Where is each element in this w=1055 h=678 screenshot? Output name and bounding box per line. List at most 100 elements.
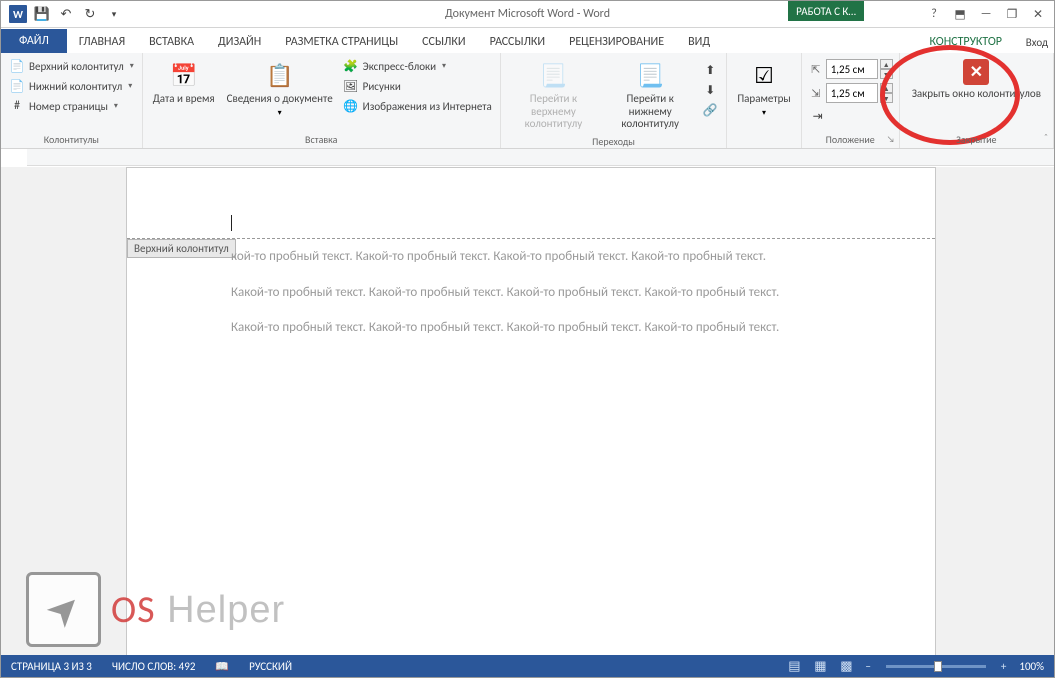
group-navigation: 📃 Перейти к верхнему колонтитулу 📃 Перей… (501, 53, 728, 148)
proofing-icon[interactable]: 📖 (205, 660, 239, 673)
document-info-icon: 📋 (264, 59, 296, 91)
ribbon-display-button[interactable]: ⬒ (948, 4, 972, 24)
watermark-cursor-box: ➤ (26, 572, 101, 647)
quick-parts-button[interactable]: 🧩 Экспресс-блоки ▾ (341, 57, 494, 75)
status-bar: СТРАНИЦА 3 ИЗ 3 ЧИСЛО СЛОВ: 492 📖 РУССКИ… (1, 655, 1054, 677)
tab-design[interactable]: ДИЗАЙН (206, 31, 273, 53)
options-icon: ☑ (748, 59, 780, 91)
footer-from-bottom-input[interactable] (826, 83, 878, 103)
zoom-level[interactable]: 100% (1015, 660, 1048, 673)
chevron-down-icon: ▾ (442, 61, 446, 71)
page-number-icon: # (9, 98, 25, 114)
undo-button[interactable]: ↶ (55, 3, 77, 25)
status-right: ▤ ▦ ▩ − + 100% (784, 657, 1048, 675)
goto-footer-label: Перейти к нижнему колонтитулу (608, 93, 692, 131)
paragraph: кой-то пробный текст. Какой-то пробный т… (231, 247, 841, 267)
header-tag: Верхний колонтитул (127, 239, 236, 258)
group-position: ⇱ ▲▼ ⇲ ▲▼ ⇥ Положение↘ (802, 53, 900, 148)
header-distance-icon: ⇱ (808, 61, 824, 77)
minimize-button[interactable]: — (974, 4, 998, 24)
watermark-helper: Helper (156, 589, 286, 631)
header-bottom-button[interactable]: 📄Нижний колонтитул▾ (7, 77, 136, 95)
read-mode-button[interactable]: ▤ (784, 657, 804, 675)
tab-insert[interactable]: ВСТАВКА (137, 31, 206, 53)
paragraph: Какой-то пробный текст. Какой-то пробный… (231, 318, 841, 338)
header-top-label: Верхний колонтитул (29, 60, 124, 73)
group-insert-label: Вставка (149, 131, 494, 146)
page-number-button[interactable]: #Номер страницы▾ (7, 97, 136, 115)
calendar-icon: 📅 (168, 59, 200, 91)
tab-file[interactable]: ФАЙЛ (1, 29, 67, 53)
options-label: Параметры (737, 93, 790, 106)
group-close-label: Закрытие (906, 131, 1047, 146)
tab-mailings[interactable]: РАССЫЛКИ (478, 31, 558, 53)
goto-header-button[interactable]: 📃 Перейти к верхнему колонтитулу (507, 57, 600, 133)
print-layout-button[interactable]: ▦ (810, 657, 830, 675)
close-header-footer-label: Закрыть окно колонтитулов (912, 87, 1041, 100)
picture-icon: 🖼 (343, 78, 359, 94)
group-options: ☑ Параметры ▾ (727, 53, 801, 148)
os-helper-watermark: ➤ OS Helper (26, 572, 285, 647)
zoom-slider[interactable] (886, 665, 986, 668)
chevron-down-icon: ▾ (130, 61, 134, 71)
spin-up[interactable]: ▲ (880, 59, 893, 69)
language-indicator[interactable]: РУССКИЙ (239, 660, 302, 673)
tab-constructor[interactable]: КОНСТРУКТОР (918, 31, 1014, 53)
dialog-launcher-icon[interactable]: ↘ (887, 134, 895, 145)
nav-link-button[interactable]: 🔗 (700, 101, 720, 119)
word-count[interactable]: ЧИСЛО СЛОВ: 492 (102, 660, 206, 673)
quick-parts-label: Экспресс-блоки (363, 60, 436, 73)
align-icon: ⇥ (810, 108, 826, 124)
collapse-ribbon-button[interactable]: ˆ (1044, 131, 1048, 144)
pictures-label: Рисунки (363, 80, 401, 93)
group-close: ✕ Закрыть окно колонтитулов Закрытие (900, 53, 1054, 148)
quick-parts-icon: 🧩 (343, 58, 359, 74)
save-button[interactable]: 💾 (31, 3, 53, 25)
window-controls: ? ⬒ — ❐ ✕ (922, 4, 1050, 24)
web-layout-button[interactable]: ▩ (836, 657, 856, 675)
tab-layout[interactable]: РАЗМЕТКА СТРАНИЦЫ (273, 31, 410, 53)
options-button[interactable]: ☑ Параметры ▾ (733, 57, 794, 144)
online-picture-icon: 🌐 (343, 98, 359, 114)
close-x-icon: ✕ (963, 59, 989, 85)
group-position-label: Положение (826, 133, 875, 146)
qat-customize[interactable]: ▾ (103, 3, 125, 25)
ribbon: 📄 Верхний колонтитул ▾ 📄Нижний колонтитул▾… (1, 53, 1054, 149)
tab-review[interactable]: РЕЦЕНЗИРОВАНИЕ (557, 31, 676, 53)
tab-references[interactable]: ССЫЛКИ (410, 31, 477, 53)
nav-prev-button[interactable]: ⬆ (700, 61, 720, 79)
horizontal-ruler[interactable] (27, 149, 1054, 166)
signin-link[interactable]: Вход (1024, 32, 1050, 53)
zoom-out-button[interactable]: − (862, 660, 873, 673)
chevron-down-icon: ▾ (762, 108, 766, 118)
watermark-text: OS Helper (111, 587, 285, 633)
goto-footer-button[interactable]: 📃 Перейти к нижнему колонтитулу (604, 57, 696, 133)
chevron-down-icon: ▾ (114, 101, 118, 111)
tab-view[interactable]: ВИД (676, 31, 722, 53)
redo-button[interactable]: ↻ (79, 3, 101, 25)
page-indicator[interactable]: СТРАНИЦА 3 ИЗ 3 (1, 660, 102, 673)
help-button[interactable]: ? (922, 4, 946, 24)
link-icon: 🔗 (702, 102, 718, 118)
window-title: Документ Microsoft Word - Word (1, 7, 1054, 21)
header-from-top-input[interactable] (826, 59, 878, 79)
spin-up[interactable]: ▲ (880, 83, 893, 93)
spin-down[interactable]: ▼ (880, 93, 893, 103)
align-tab-button[interactable]: ⇥ (808, 107, 893, 125)
goto-header-label: Перейти к верхнему колонтитулу (511, 93, 596, 131)
zoom-in-button[interactable]: + (998, 660, 1009, 673)
online-pictures-button[interactable]: 🌐Изображения из Интернета (341, 97, 494, 115)
header-icon: 📄 (9, 58, 25, 74)
date-time-button[interactable]: 📅 Дата и время (149, 57, 219, 131)
pictures-button[interactable]: 🖼 Рисунки (341, 77, 494, 95)
doc-info-button[interactable]: 📋 Сведения о документе ▾ (223, 57, 337, 131)
footer-from-bottom-row: ⇲ ▲▼ (808, 83, 893, 103)
zoom-slider-thumb[interactable] (934, 661, 942, 672)
header-top-button[interactable]: 📄 Верхний колонтитул ▾ (7, 57, 136, 75)
spin-down[interactable]: ▼ (880, 69, 893, 79)
restore-button[interactable]: ❐ (1000, 4, 1024, 24)
close-header-footer-button[interactable]: ✕ Закрыть окно колонтитулов (906, 57, 1047, 131)
tab-home[interactable]: ГЛАВНАЯ (67, 31, 137, 53)
close-window-button[interactable]: ✕ (1026, 4, 1050, 24)
nav-next-button[interactable]: ⬇ (700, 81, 720, 99)
